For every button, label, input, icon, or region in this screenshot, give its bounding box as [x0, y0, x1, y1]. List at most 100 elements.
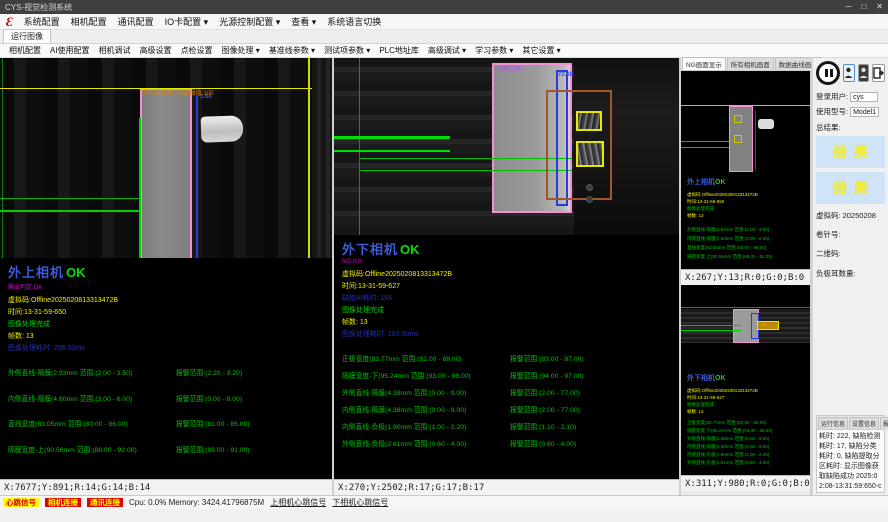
user-dark-button[interactable] — [858, 64, 870, 82]
tab-detect-box — [576, 111, 602, 131]
lower-camera-heartbeat-link[interactable]: 下相机心跳信号 — [332, 497, 388, 508]
tool-camera-debug[interactable]: 相机调试 — [99, 45, 131, 56]
tool-learning-params[interactable]: 学习参数 ▾ — [475, 45, 513, 56]
green-measure-line — [681, 147, 729, 148]
electrode-tab — [201, 115, 244, 142]
user-icon — [844, 67, 853, 79]
mid-camera-subinfo: NG:0;0 — [342, 259, 671, 265]
tool-spot-check[interactable]: 点检设置 — [181, 45, 213, 56]
model-label: 使用型号: — [816, 106, 848, 117]
minimize-button[interactable]: ─ — [846, 3, 852, 11]
menu-light-config[interactable]: 光源控制配置 ▾ — [219, 15, 280, 28]
left-camera-result: OK — [66, 265, 86, 280]
control-button-row — [816, 61, 885, 85]
tab-error-info[interactable]: 报错信息 — [880, 417, 888, 429]
pause-button[interactable] — [816, 61, 840, 85]
mid-done: 图像处理完成 — [342, 305, 671, 317]
camera-link-badge: 相机连接 — [45, 498, 81, 508]
menu-comm-config[interactable]: 通讯配置 — [118, 15, 154, 28]
menu-language-switch[interactable]: 系统语言切换 — [327, 15, 381, 28]
upper-camera-heartbeat-link[interactable]: 上相机心跳信号 — [270, 497, 326, 508]
tab-strip: 运行图像 — [0, 30, 888, 44]
threshold-label: 平均阈值:93, 动态阈值:100 — [142, 91, 213, 97]
logout-button[interactable] — [872, 64, 885, 82]
app-logo-icon: Ɛ — [6, 15, 13, 28]
bolt-feature — [586, 184, 593, 191]
measurement-row: 外侧直线-隔膜(4.38mm 范围:(0.00 - 9.00)报警范围:(2.0… — [342, 387, 671, 397]
app-window: CYS-视觉检测系统 ─ □ ✕ Ɛ 系统配置 相机配置 通讯配置 IO卡配置 … — [0, 0, 888, 522]
menu-system-config[interactable]: 系统配置 — [24, 15, 60, 28]
left-camera-view[interactable]: 3.88 平均阈值:93, 动态阈值:100 — [0, 58, 332, 258]
close-button[interactable]: ✕ — [876, 3, 883, 11]
tab-detect-box — [734, 135, 742, 143]
side-strip — [312, 58, 332, 258]
roi-box-separator — [140, 89, 192, 258]
tool-ai-config[interactable]: AI使用配置 — [50, 45, 90, 56]
menu-camera-config[interactable]: 相机配置 — [71, 15, 107, 28]
measurement-row: 正极宽度(83.77mm 范围:(82.00 - 88.00)报警范围:(83.… — [342, 353, 671, 363]
login-user-value[interactable]: cys — [850, 92, 878, 102]
measurement-row: 隔膜宽度-下(95.24mm 范围:(93.00 - 98.00)报警范围:(9… — [342, 370, 671, 380]
mid-camera-title: 外下相机 — [342, 242, 398, 257]
green-guide-line — [681, 307, 810, 308]
bolt-feature — [586, 196, 593, 203]
tool-plc-address[interactable]: PLC地址库 — [379, 45, 419, 56]
thumb2-pixel-readout: X:311;Y:980;R:0;G:0;B:0 — [681, 475, 810, 491]
green-edge-line — [139, 118, 141, 258]
exit-door-icon — [873, 67, 884, 79]
electrode-tab — [758, 119, 774, 129]
virtual-code-label: 虚拟码: — [816, 210, 841, 221]
tool-advanced-settings[interactable]: 高级设置 — [140, 45, 172, 56]
green-measure-line — [0, 198, 140, 199]
runtime-info-panel: 运行信息 设置信息 报错信息 耗时: 222, 缺陷检测耗时: 17, 缺陷分类… — [816, 415, 885, 493]
green-measure-line — [681, 325, 741, 326]
thumbnail-column: NG画面显示 所有相机画面 数据曲线画面 外上相机OK 虚拟码:Offline2… — [681, 58, 810, 495]
tool-baseline-params[interactable]: 基准线参数 ▾ — [269, 45, 315, 56]
tool-camera-config[interactable]: 相机配置 — [9, 45, 41, 56]
left-frames: 帧数: 13 — [8, 331, 324, 343]
menu-view[interactable]: 查看 ▾ — [291, 15, 316, 28]
green-guide-line — [359, 58, 360, 235]
menubar: Ɛ 系统配置 相机配置 通讯配置 IO卡配置 ▾ 光源控制配置 ▾ 查看 ▾ 系… — [0, 14, 888, 30]
measurement-row: 内侧直线-隔膜(4.60mm 范围:(3.00 - 6.00)报警范围:(0.0… — [8, 393, 324, 403]
measure-value-label: 72.88 — [558, 72, 573, 78]
pin-number-label: 卷针号: — [816, 229, 885, 240]
footer-strip — [0, 509, 888, 522]
runtime-info-text: 耗时: 222, 缺陷检测耗时: 17, 缺陷分类耗时: 0, 缺陷提取分区耗时… — [817, 430, 884, 492]
left-camera-report: 外上相机OK 输出判定:OK 虚拟码:Offline20250208133134… — [0, 258, 332, 479]
left-barcode: 虚拟码:Offline2025020813313472B — [8, 295, 324, 307]
tab-all-cameras[interactable]: 所有相机画面 — [727, 57, 774, 70]
user-login-button[interactable] — [843, 64, 855, 82]
mid-time: 时间:13-31-59-627 — [342, 281, 671, 293]
tab-run-image[interactable]: 运行图像 — [3, 29, 51, 43]
blue-measure-line — [196, 96, 198, 258]
left-done: 图像处理完成 — [8, 319, 324, 331]
maximize-button[interactable]: □ — [861, 3, 866, 11]
green-measure-line — [360, 158, 572, 159]
green-measure-line — [334, 136, 450, 139]
left-time: 时间:13-31-59-650 — [8, 307, 324, 319]
result-display-lower: 结果 — [816, 172, 885, 204]
model-value[interactable]: Model1 — [850, 107, 879, 117]
tool-advanced-debug[interactable]: 高级调试 ▾ — [428, 45, 466, 56]
login-user-label: 登录用户: — [816, 91, 848, 102]
tab-ng-display[interactable]: NG画面显示 — [682, 57, 726, 70]
menu-io-config[interactable]: IO卡配置 ▾ — [165, 15, 209, 28]
window-title: CYS-视觉检测系统 — [5, 2, 72, 13]
mid-barcode: 虚拟码:Offline2025020813313472B — [342, 269, 671, 281]
tab-run-info[interactable]: 运行信息 — [818, 417, 848, 429]
titlebar: CYS-视觉检测系统 ─ □ ✕ — [0, 0, 888, 14]
tool-image-processing[interactable]: 图像处理 ▾ — [222, 45, 260, 56]
mid-camera-view[interactable]: AI检测框 72.88 — [334, 58, 679, 235]
tab-settings-info[interactable]: 设置信息 — [849, 417, 879, 429]
result-display-upper: 结果 — [816, 136, 885, 168]
measurement-row: 外侧直线-负极(2.61mm 范围:(0.60 - 4.00)报警范围:(0.6… — [342, 438, 671, 448]
mid-camera-report: 外下相机OK NG:0;0 虚拟码:Offline202502081331347… — [334, 235, 679, 479]
cpu-memory-readout: Cpu: 0.0% Memory: 3424.41796875M — [129, 498, 264, 507]
thumbnail-upper-camera[interactable]: 外上相机OK 虚拟码:Offline2025020813313472B 时间:1… — [681, 71, 810, 269]
status-bar: 心跳信号 相机连接 通讯连接 Cpu: 0.0% Memory: 3424.41… — [0, 495, 888, 509]
tool-other-settings[interactable]: 其它设置 ▾ — [522, 45, 560, 56]
thumbnail-lower-camera[interactable]: OK 外下相机OK 虚拟码:Offline2025020813313472B 时… — [681, 285, 810, 475]
tool-test-params[interactable]: 测试项参数 ▾ — [324, 45, 370, 56]
measurement-row: 内侧直线-隔膜(4.38mm 范围:(0.00 - 9.00)报警范围:(2.0… — [342, 404, 671, 414]
